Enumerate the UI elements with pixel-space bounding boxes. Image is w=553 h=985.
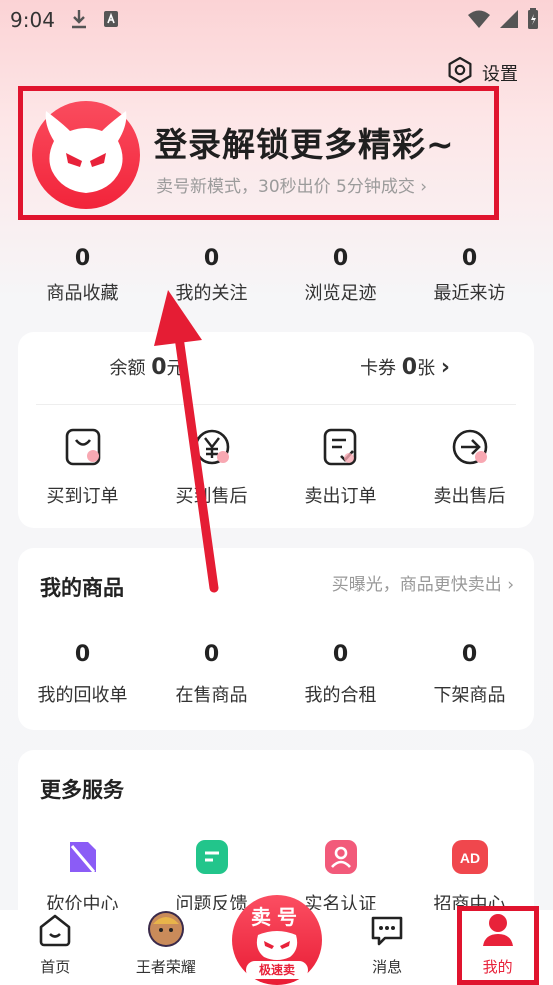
bag-icon (65, 428, 101, 470)
stat-value: 0 (74, 246, 91, 271)
orders-sold-button[interactable]: 卖出订单 (276, 428, 405, 508)
orders-aftersale-bought-button[interactable]: 买到售后 (147, 428, 276, 508)
coupon-value: 0 (401, 355, 418, 380)
status-time: 9:04 (10, 8, 55, 32)
status-bar: 9:04 (0, 0, 553, 40)
orders-bought-button[interactable]: 买到订单 (18, 428, 147, 508)
order-label: 卖出售后 (433, 486, 506, 507)
divider (36, 404, 516, 405)
stat-value: 0 (332, 246, 349, 271)
goods-label: 我的回收单 (37, 685, 128, 706)
feedback-icon (194, 838, 230, 878)
ad-icon: AD (450, 838, 490, 878)
goods-label: 我的合租 (304, 685, 377, 706)
sell-order-icon (323, 428, 359, 470)
sell-pill: 极速卖 (246, 961, 308, 979)
orders-row: 买到订单 买到售后 卖出订单 卖出售后 (18, 428, 534, 508)
goods-label: 在售商品 (175, 685, 248, 706)
card-title: 更多服务 (40, 778, 124, 802)
tab-label: 王者荣耀 (135, 958, 196, 976)
goods-value: 0 (461, 642, 478, 667)
orders-aftersale-sold-button[interactable]: 卖出售后 (405, 428, 534, 508)
stat-history[interactable]: 0 浏览足迹 (276, 246, 405, 305)
tab-label: 首页 (40, 958, 71, 976)
home-icon (37, 912, 73, 952)
promote-text: 买曝光，商品更快卖出 (331, 575, 502, 595)
tab-game[interactable]: 王者荣耀 (111, 910, 222, 985)
goods-row: 0 我的回收单 0 在售商品 0 我的合租 0 下架商品 (18, 642, 534, 707)
return-arrow-icon (451, 428, 489, 470)
order-label: 卖出订单 (304, 486, 377, 507)
settings-button[interactable]: 设置 (446, 56, 518, 89)
battery-icon (527, 8, 539, 34)
goods-recycle[interactable]: 0 我的回收单 (18, 642, 147, 707)
goods-value: 0 (203, 642, 220, 667)
verify-icon (323, 838, 359, 878)
goods-value: 0 (332, 642, 349, 667)
highlight-box-header (18, 86, 499, 220)
tab-home[interactable]: 首页 (0, 910, 111, 985)
balance-label: 余额 (109, 358, 146, 379)
chevron-right-icon: › (440, 355, 450, 380)
order-label: 买到订单 (46, 486, 119, 507)
message-icon (369, 912, 405, 952)
my-goods-card: 我的商品 买曝光，商品更快卖出 › 0 我的回收单 0 在售商品 0 我的合租 … (18, 548, 534, 730)
settings-label: 设置 (482, 63, 518, 85)
stat-value: 0 (203, 246, 220, 271)
sell-account-button[interactable]: 卖号 极速卖 (232, 895, 322, 985)
stat-label: 浏览足迹 (304, 283, 377, 304)
coupon-unit: 张 (417, 358, 436, 379)
orders-card: 余额 0元 卡券 0张 › 买到订单 买到售后 卖出订单 卖出售后 (18, 332, 534, 528)
stat-label: 我的关注 (175, 283, 248, 304)
chevron-right-icon: › (507, 575, 514, 595)
stat-label: 商品收藏 (46, 283, 119, 304)
goods-label: 下架商品 (433, 685, 506, 706)
service-ad[interactable]: AD 招商中心 (405, 838, 534, 916)
goods-rental[interactable]: 0 我的合租 (276, 642, 405, 707)
goods-on-sale[interactable]: 0 在售商品 (147, 642, 276, 707)
stat-value: 0 (461, 246, 478, 271)
goods-value: 0 (74, 642, 91, 667)
coupon-label: 卡券 (360, 358, 397, 379)
stat-favorites[interactable]: 0 商品收藏 (18, 246, 147, 305)
signal-icon (499, 9, 519, 33)
promote-link[interactable]: 买曝光，商品更快卖出 › (332, 570, 514, 595)
stat-label: 最近来访 (433, 283, 506, 304)
coupon-button[interactable]: 卡券 0张 › (276, 354, 534, 380)
tab-messages[interactable]: 消息 (332, 910, 443, 985)
sell-title: 卖号 (251, 905, 303, 929)
order-label: 买到售后 (175, 486, 248, 507)
goods-removed[interactable]: 0 下架商品 (405, 642, 534, 707)
stat-following[interactable]: 0 我的关注 (147, 246, 276, 305)
balance-unit: 元 (166, 358, 185, 379)
bargain-icon (66, 838, 100, 878)
download-icon (70, 8, 88, 34)
stats-row: 0 商品收藏 0 我的关注 0 浏览足迹 0 最近来访 (18, 246, 534, 305)
devil-face-icon (256, 931, 298, 960)
wallet-row: 余额 0元 卡券 0张 › (18, 354, 534, 380)
tab-label: 消息 (372, 958, 403, 976)
highlight-box-mine (457, 906, 539, 985)
svg-text:AD: AD (459, 850, 479, 866)
wifi-icon (467, 9, 491, 33)
balance-button[interactable]: 余额 0元 (18, 354, 276, 380)
yen-icon (193, 428, 231, 470)
gear-icon (446, 56, 474, 89)
game-avatar-icon (147, 910, 185, 952)
balance-value: 0 (151, 355, 167, 380)
service-bargain[interactable]: 砍价中心 (18, 838, 147, 916)
card-title: 我的商品 (40, 576, 124, 600)
stat-visitors[interactable]: 0 最近来访 (405, 246, 534, 305)
app-notification-icon (103, 10, 119, 32)
